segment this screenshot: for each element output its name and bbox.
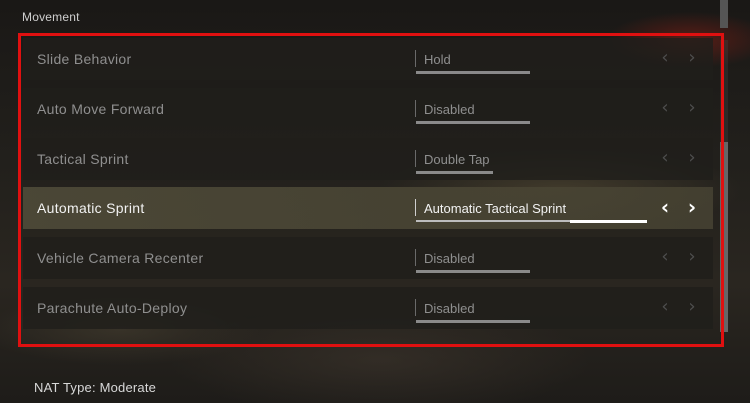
chevron-right-icon[interactable]: › bbox=[684, 48, 700, 68]
setting-value: Disabled bbox=[424, 300, 475, 316]
setting-label: Vehicle Camera Recenter bbox=[37, 250, 204, 267]
value-divider bbox=[415, 99, 416, 117]
value-position-indicator bbox=[570, 220, 647, 224]
setting-value: Hold bbox=[424, 52, 451, 67]
value-divider bbox=[415, 50, 416, 67]
setting-label: Tactical Sprint bbox=[37, 150, 129, 167]
chevron-left-icon[interactable]: ‹ bbox=[657, 48, 673, 68]
setting-label: Slide Behavior bbox=[37, 51, 132, 67]
setting-label: Auto Move Forward bbox=[37, 100, 165, 117]
setting-value: Automatic Tactical Sprint bbox=[424, 201, 567, 217]
chevron-left-icon[interactable]: ‹ bbox=[657, 247, 673, 267]
scrollbar-top-segment bbox=[720, 0, 728, 28]
chevron-right-icon[interactable]: › bbox=[684, 197, 700, 217]
setting-label: Parachute Auto-Deploy bbox=[37, 299, 188, 316]
nat-type-status: NAT Type: Moderate bbox=[34, 380, 157, 395]
chevron-left-icon[interactable]: ‹ bbox=[657, 97, 673, 118]
chevron-right-icon[interactable]: › bbox=[684, 296, 700, 317]
chevron-right-icon[interactable]: › bbox=[684, 147, 700, 168]
value-divider bbox=[415, 249, 416, 267]
setting-value: Double Tap bbox=[424, 151, 490, 167]
value-underline bbox=[416, 71, 530, 74]
setting-row-automatic-sprint[interactable]: Automatic Sprint Automatic Tactical Spri… bbox=[23, 187, 713, 230]
value-underline bbox=[416, 270, 530, 274]
chevron-left-icon[interactable]: ‹ bbox=[657, 197, 673, 217]
chevron-left-icon[interactable]: ‹ bbox=[657, 296, 673, 317]
chevron-right-icon[interactable]: › bbox=[684, 97, 700, 118]
setting-label: Automatic Sprint bbox=[37, 200, 145, 217]
setting-value: Disabled bbox=[424, 251, 475, 267]
value-underline bbox=[416, 319, 530, 323]
value-divider bbox=[415, 149, 416, 167]
scrollbar-thumb[interactable] bbox=[720, 142, 728, 332]
chevron-right-icon[interactable]: › bbox=[684, 247, 700, 267]
scrollbar[interactable] bbox=[720, 40, 728, 332]
setting-row-slide-behavior[interactable]: Slide Behavior Hold ‹ › bbox=[23, 38, 713, 80]
setting-row-vehicle-camera-recenter[interactable]: Vehicle Camera Recenter Disabled ‹ › bbox=[23, 237, 713, 280]
setting-row-auto-move-forward[interactable]: Auto Move Forward Disabled ‹ › bbox=[23, 87, 713, 130]
setting-row-parachute-auto-deploy[interactable]: Parachute Auto-Deploy Disabled ‹ › bbox=[23, 286, 713, 329]
value-underline bbox=[416, 170, 493, 174]
setting-value: Disabled bbox=[424, 101, 475, 117]
setting-row-tactical-sprint[interactable]: Tactical Sprint Double Tap ‹ › bbox=[23, 137, 713, 180]
value-underline bbox=[416, 120, 530, 124]
section-title: Movement bbox=[22, 10, 80, 24]
settings-list: Slide Behavior Hold ‹ › Auto Move Forwar… bbox=[23, 38, 713, 337]
value-divider bbox=[415, 199, 416, 217]
chevron-left-icon[interactable]: ‹ bbox=[657, 147, 673, 168]
value-divider bbox=[415, 298, 416, 316]
